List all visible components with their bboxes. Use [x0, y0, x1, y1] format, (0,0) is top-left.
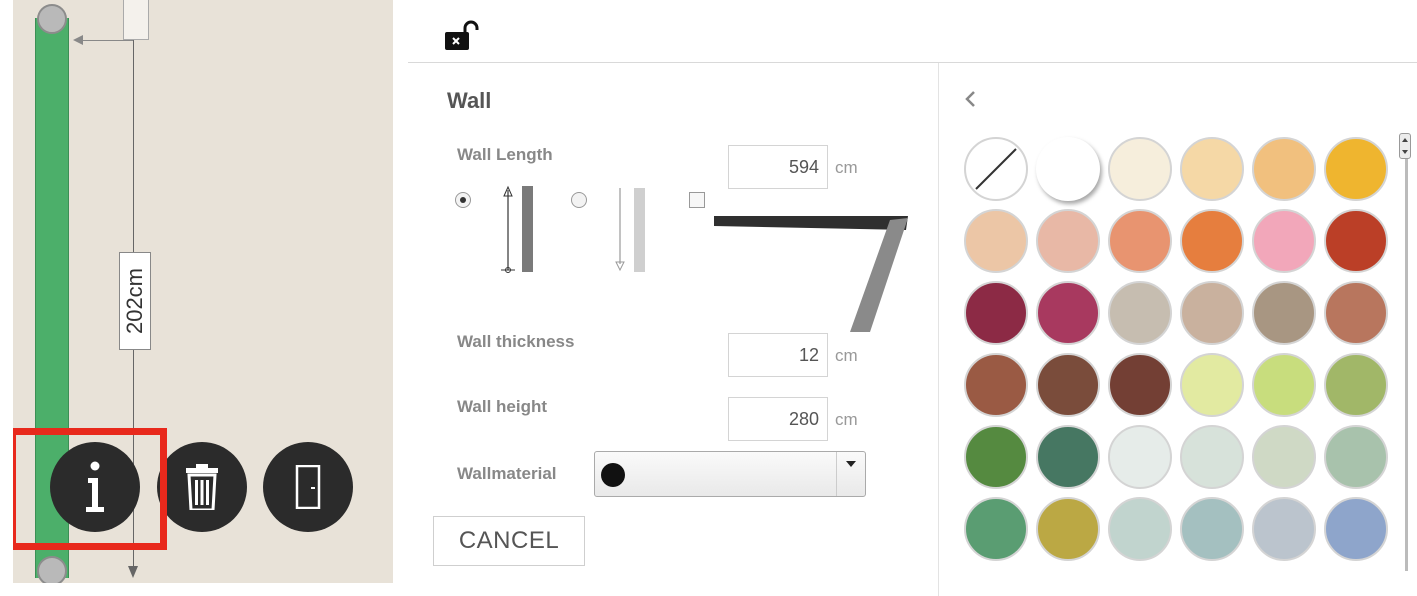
color-swatch[interactable] [1108, 425, 1172, 489]
color-swatch[interactable] [1324, 425, 1388, 489]
highlight-box [13, 428, 167, 550]
color-swatch[interactable] [1180, 425, 1244, 489]
wall-thickness-unit: cm [835, 346, 858, 365]
wall-length-label: Wall Length [457, 145, 553, 164]
chevron-down-icon [846, 461, 856, 467]
color-palette [964, 137, 1388, 569]
color-swatch[interactable] [1252, 425, 1316, 489]
wall-corner-icon [714, 216, 908, 332]
wall-height-unit: cm [835, 410, 858, 429]
color-swatch[interactable] [1180, 353, 1244, 417]
length-mode-radio-start[interactable] [455, 192, 471, 208]
scrollbar-thumb[interactable] [1399, 133, 1411, 159]
wall-length-unit: cm [835, 158, 858, 177]
wall-endpoint-handle[interactable] [37, 556, 67, 583]
color-swatch[interactable] [1180, 137, 1244, 201]
wall-height-label: Wall height [457, 397, 548, 416]
color-swatch[interactable] [964, 497, 1028, 561]
wall-length-input[interactable] [728, 145, 828, 189]
color-swatch[interactable] [1180, 209, 1244, 273]
color-swatch[interactable] [1108, 353, 1172, 417]
color-swatch[interactable] [1108, 281, 1172, 345]
panel-title: Wall [447, 88, 492, 113]
trash-icon [186, 464, 218, 510]
header-divider [408, 62, 1417, 63]
no-color-swatch[interactable] [964, 137, 1028, 201]
color-swatch[interactable] [1036, 137, 1100, 201]
chevron-left-icon[interactable] [963, 88, 979, 110]
wall-direction-start-icon [501, 185, 533, 273]
color-swatch[interactable] [1036, 281, 1100, 345]
color-swatch[interactable] [1252, 353, 1316, 417]
color-swatch[interactable] [1036, 353, 1100, 417]
wall-material-label: Wallmaterial [457, 464, 557, 483]
color-swatch[interactable] [1252, 281, 1316, 345]
no-color-icon [975, 148, 1017, 190]
color-swatch[interactable] [1252, 137, 1316, 201]
dropdown-arrow[interactable] [836, 452, 865, 496]
add-door-button[interactable] [263, 442, 353, 532]
color-swatch[interactable] [1324, 353, 1388, 417]
wall-direction-end-icon [615, 188, 645, 272]
color-swatch[interactable] [1324, 209, 1388, 273]
wall-endpoint-handle[interactable] [37, 4, 67, 34]
length-mode-radio-end[interactable] [571, 192, 587, 208]
color-swatch[interactable] [964, 353, 1028, 417]
color-swatch[interactable] [1036, 425, 1100, 489]
color-swatch[interactable] [1036, 209, 1100, 273]
wall-material-select[interactable] [594, 451, 866, 497]
unlock-icon[interactable] [444, 20, 480, 52]
wall-dimension-text: 202cm [122, 267, 147, 335]
color-swatch[interactable] [1108, 137, 1172, 201]
color-swatch[interactable] [1180, 281, 1244, 345]
floorplan-canvas[interactable]: 202cm [13, 0, 393, 583]
color-swatch[interactable] [964, 425, 1028, 489]
color-swatch[interactable] [1252, 209, 1316, 273]
dimension-label-partial [123, 0, 149, 40]
color-swatch[interactable] [1252, 497, 1316, 561]
color-swatch[interactable] [964, 209, 1028, 273]
length-mode-corner-checkbox[interactable] [689, 192, 705, 208]
wall-dimension-label: 202cm [119, 252, 151, 350]
wall-height-input[interactable] [728, 397, 828, 441]
palette-scrollbar[interactable] [1405, 137, 1408, 571]
cancel-button[interactable]: CANCEL [433, 516, 585, 566]
color-swatch[interactable] [1108, 209, 1172, 273]
color-swatch[interactable] [1324, 137, 1388, 201]
color-swatch[interactable] [964, 281, 1028, 345]
dimension-arrow [73, 35, 133, 45]
color-swatch[interactable] [1180, 497, 1244, 561]
wall-thickness-label: Wall thickness [457, 332, 575, 351]
color-swatch[interactable] [1324, 281, 1388, 345]
color-swatch[interactable] [1324, 497, 1388, 561]
wall-thickness-input[interactable] [728, 333, 828, 377]
dimension-arrow [128, 566, 138, 578]
door-icon [295, 465, 321, 509]
color-swatch[interactable] [1108, 497, 1172, 561]
material-color-swatch [601, 463, 625, 487]
color-swatch[interactable] [1036, 497, 1100, 561]
delete-button[interactable] [157, 442, 247, 532]
panel-divider [938, 63, 939, 596]
